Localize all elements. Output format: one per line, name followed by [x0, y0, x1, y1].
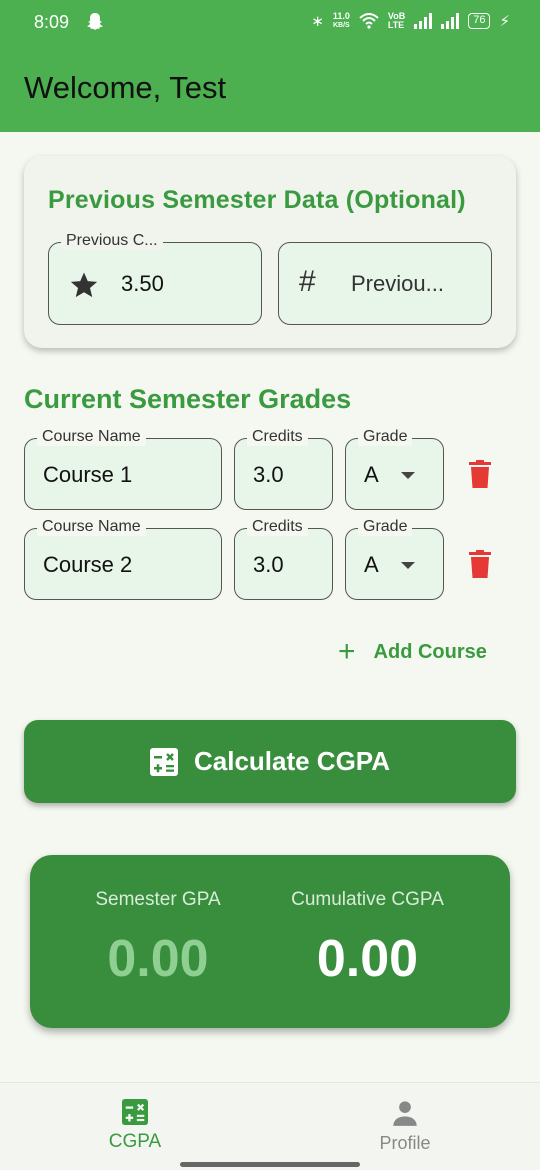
- nav-item-profile[interactable]: Profile: [365, 1099, 445, 1154]
- signal-icon: [414, 13, 433, 29]
- star-icon: [70, 272, 98, 298]
- course-name-label: Course Name: [37, 518, 146, 536]
- course-name-label: Course Name: [37, 428, 146, 446]
- wifi-icon: [359, 13, 379, 29]
- calculate-cgpa-label: Calculate CGPA: [193, 746, 390, 776]
- grade-value: A: [364, 552, 379, 577]
- cumulative-cgpa-block: Cumulative CGPA 0.00: [270, 889, 465, 989]
- grade-value: A: [364, 462, 379, 487]
- calculate-cgpa-button[interactable]: Calculate CGPA: [24, 720, 516, 803]
- signal-icon-2: [441, 13, 460, 29]
- credits-field[interactable]: Credits 3.0: [234, 428, 333, 510]
- credits-label: Credits: [247, 428, 308, 446]
- charging-icon: ⚡: [499, 13, 510, 30]
- person-icon: [393, 1101, 417, 1126]
- bluetooth-icon: ∗: [311, 13, 324, 30]
- previous-cgpa-label: Previous C...: [61, 232, 163, 250]
- results-card: Semester GPA 0.00 Cumulative CGPA 0.00: [30, 855, 510, 1028]
- nav-label-profile: Profile: [379, 1133, 431, 1153]
- home-indicator[interactable]: [180, 1162, 360, 1167]
- semester-gpa-block: Semester GPA 0.00: [68, 889, 248, 989]
- battery-icon: 76: [468, 13, 491, 29]
- previous-semester-title: Previous Semester Data (Optional): [48, 186, 466, 214]
- bottom-nav: CGPA Profile: [0, 1082, 540, 1170]
- semester-gpa-value: 0.00: [107, 930, 209, 988]
- plus-icon: +: [338, 635, 356, 668]
- add-course-button[interactable]: + Add Course: [338, 635, 487, 668]
- course-name-field[interactable]: Course Name Course 2: [24, 518, 222, 600]
- semester-gpa-label: Semester GPA: [95, 889, 221, 910]
- previous-semester-card: Previous Semester Data (Optional) Previo…: [24, 156, 516, 348]
- credits-field[interactable]: Credits 3.0: [234, 518, 333, 600]
- previous-credits-placeholder: Previou...: [351, 271, 444, 296]
- network-speed: 11.0 KB/S: [332, 11, 350, 30]
- page-title: Welcome, Test: [24, 70, 227, 105]
- current-semester-title: Current Semester Grades: [24, 384, 352, 414]
- grade-label: Grade: [358, 428, 413, 446]
- dropdown-arrow-icon: [401, 472, 415, 479]
- grade-label: Grade: [358, 518, 413, 536]
- course-name-value: Course 2: [43, 552, 133, 577]
- calculator-icon: [149, 747, 178, 776]
- grade-dropdown[interactable]: Grade A: [345, 428, 444, 510]
- volte-icon: VoB LTE: [387, 11, 406, 30]
- credits-value: 3.0: [253, 552, 284, 577]
- app-bar: 8:09 ∗ 11.0 KB/S VoB LTE 76 ⚡ Welcome, T…: [0, 0, 540, 132]
- dropdown-arrow-icon: [401, 562, 415, 569]
- course-name-field[interactable]: Course Name Course 1: [24, 428, 222, 510]
- cumulative-cgpa-label: Cumulative CGPA: [291, 889, 444, 910]
- credits-value: 3.0: [253, 462, 284, 487]
- course-name-value: Course 1: [43, 462, 133, 487]
- cumulative-cgpa-value: 0.00: [316, 930, 419, 988]
- calculator-icon: [122, 1099, 148, 1125]
- status-bar: 8:09 ∗ 11.0 KB/S VoB LTE 76 ⚡: [0, 0, 540, 46]
- status-icons: ∗ 11.0 KB/S VoB LTE 76 ⚡: [311, 11, 510, 31]
- grade-dropdown[interactable]: Grade A: [345, 518, 444, 600]
- hash-icon: #: [299, 265, 316, 298]
- previous-cgpa-field[interactable]: Previous C... 3.50: [48, 232, 262, 325]
- snapchat-icon: [87, 13, 103, 30]
- previous-cgpa-value: 3.50: [121, 271, 164, 296]
- nav-label-cgpa: CGPA: [108, 1131, 162, 1152]
- previous-credits-field[interactable]: # Previou...: [278, 242, 492, 325]
- add-course-label: Add Course: [373, 640, 487, 663]
- status-time: 8:09: [34, 12, 70, 32]
- delete-icon[interactable]: [469, 460, 491, 488]
- credits-label: Credits: [247, 518, 308, 536]
- nav-item-cgpa[interactable]: CGPA: [95, 1099, 175, 1153]
- delete-icon[interactable]: [469, 550, 491, 578]
